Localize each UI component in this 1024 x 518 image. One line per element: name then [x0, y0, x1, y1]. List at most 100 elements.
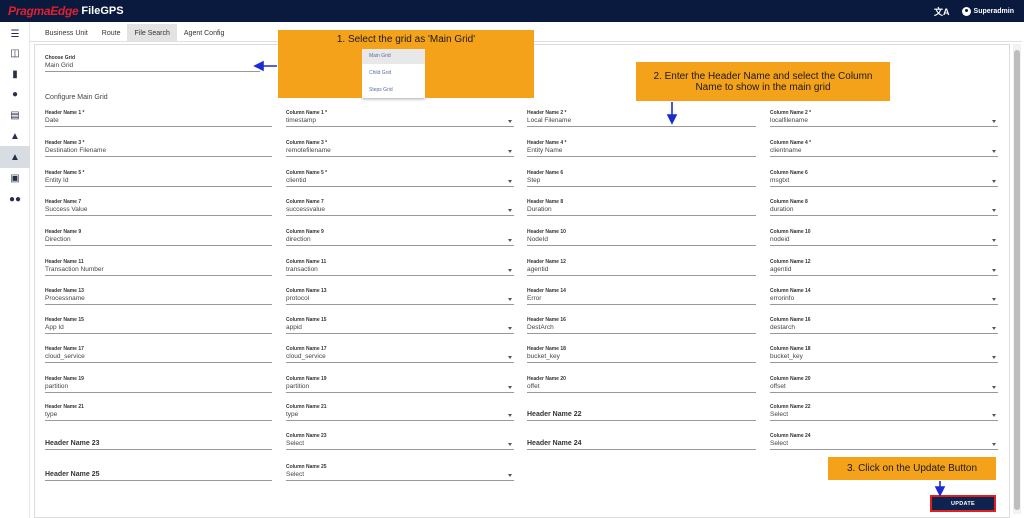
column-name-select[interactable]: Column Name 7 successvalue: [286, 199, 514, 216]
field-value: DestArch: [527, 324, 554, 331]
chevron-down-icon: [508, 239, 512, 242]
column-name-25-select[interactable]: Column Name 25 Select: [286, 464, 514, 481]
column-name-select[interactable]: Column Name 14 errorinfo: [770, 288, 998, 305]
column-name-select[interactable]: Column Name 12 agentid: [770, 259, 998, 276]
document-icon[interactable]: ▤: [9, 109, 21, 121]
header-name-field[interactable]: Header Name 16 DestArch: [527, 317, 756, 334]
tab-agent-config[interactable]: Agent Config: [177, 24, 231, 42]
header-name-field[interactable]: Header Name 4 * Entity Name: [527, 140, 756, 157]
header-name-field[interactable]: Header Name 11 Transaction Number: [45, 259, 272, 276]
field-value: partition: [45, 383, 69, 390]
user-name: Superadmin: [973, 7, 1014, 15]
column-name-select[interactable]: Column Name 1 * timestamp: [286, 110, 514, 127]
field-value: errorinfo: [770, 295, 795, 302]
field-value: Error: [527, 295, 542, 302]
grid-options-menu: Main Grid Child Grid Steps Grid: [362, 47, 425, 98]
field-value: cloud_service: [45, 353, 85, 360]
column-name-select[interactable]: Column Name 17 cloud_service: [286, 346, 514, 363]
column-name-select[interactable]: Column Name 20 offset: [770, 376, 998, 393]
column-name-select[interactable]: Column Name 5 * clientid: [286, 170, 514, 187]
field-value: Entity Id: [45, 177, 69, 184]
update-button[interactable]: UPDATE: [930, 495, 996, 512]
field-value: transaction: [286, 266, 318, 273]
translate-icon[interactable]: 文A: [934, 5, 950, 18]
account-icon[interactable]: ●: [9, 88, 21, 100]
bell-icon[interactable]: ▲: [9, 130, 21, 142]
field-value: agentid: [527, 266, 549, 273]
header-name-24-field[interactable]: Header Name 24: [527, 433, 756, 450]
callout-step-3: 3. Click on the Update Button: [828, 457, 996, 480]
header-name-field[interactable]: Header Name 19 partition: [45, 376, 272, 393]
chevron-down-icon: [508, 474, 512, 477]
chevron-down-icon: [508, 443, 512, 446]
header-name-field[interactable]: Header Name 20 offet: [527, 376, 756, 393]
header-name-22-field[interactable]: Header Name 22: [527, 404, 756, 421]
header-name-field[interactable]: Header Name 14 Error: [527, 288, 756, 305]
column-name-select[interactable]: Column Name 2 * localfilename: [770, 110, 998, 127]
header-name-field[interactable]: Header Name 13 Processname: [45, 288, 272, 305]
column-name-select[interactable]: Column Name 3 * remotefilename: [286, 140, 514, 157]
menu-icon[interactable]: ☰: [9, 28, 21, 40]
column-name-select[interactable]: Column Name 18 bucket_key: [770, 346, 998, 363]
tab-business-unit[interactable]: Business Unit: [38, 24, 95, 42]
column-name-select[interactable]: Column Name 19 partition: [286, 376, 514, 393]
field-value: msgtxt: [770, 177, 790, 184]
header-name-25-field[interactable]: Header Name 25: [45, 464, 272, 481]
header-name-field[interactable]: Header Name 15 App Id: [45, 317, 272, 334]
chevron-down-icon: [508, 269, 512, 272]
header-name-field[interactable]: Header Name 10 NodeId: [527, 229, 756, 246]
user-menu[interactable]: Superadmin: [961, 6, 1014, 16]
callout-step-2: 2. Enter the Header Name and select the …: [636, 62, 890, 101]
menu-item-child-grid[interactable]: Child Grid: [362, 64, 425, 81]
header-name-field[interactable]: Header Name 3 * Destination Filename: [45, 140, 272, 157]
header-name-field[interactable]: Header Name 18 bucket_key: [527, 346, 756, 363]
column-name-22-select[interactable]: Column Name 22 Select: [770, 404, 998, 421]
header-name-23-field[interactable]: Header Name 23: [45, 433, 272, 450]
column-name-select[interactable]: Column Name 10 nodeid: [770, 229, 998, 246]
column-name-select[interactable]: Column Name 11 transaction: [286, 259, 514, 276]
field-value: direction: [286, 236, 311, 243]
column-name-select[interactable]: Column Name 13 protocol: [286, 288, 514, 305]
header-name-field[interactable]: Header Name 12 agentid: [527, 259, 756, 276]
configure-grid-title: Configure Main Grid: [45, 94, 108, 101]
chevron-down-icon: [508, 209, 512, 212]
field-value: Select: [286, 440, 305, 447]
column-name-select[interactable]: Column Name 8 duration: [770, 199, 998, 216]
app-name: FileGPS: [81, 5, 124, 17]
header-name-field[interactable]: Header Name 5 * Entity Id: [45, 170, 272, 187]
header-name-field[interactable]: Header Name 7 Success Value: [45, 199, 272, 216]
tab-route[interactable]: Route: [95, 24, 128, 42]
choose-grid-select[interactable]: Choose Grid Main Grid: [45, 55, 260, 72]
header-name-21-field[interactable]: Header Name 21 type: [45, 404, 272, 421]
scrollbar-thumb[interactable]: [1014, 50, 1020, 510]
header-name-field[interactable]: Header Name 8 Duration: [527, 199, 756, 216]
column-name-select[interactable]: Column Name 16 destarch: [770, 317, 998, 334]
alert-bell-icon[interactable]: ▲: [9, 151, 21, 163]
menu-item-steps-grid[interactable]: Steps Grid: [362, 81, 425, 98]
group-icon[interactable]: ●●: [9, 193, 21, 205]
field-value: type: [286, 411, 299, 418]
settings-icon[interactable]: ▣: [9, 172, 21, 184]
column-name-24-select[interactable]: Column Name 24 Select: [770, 433, 998, 450]
column-name-21-select[interactable]: Column Name 21 type: [286, 404, 514, 421]
column-name-23-select[interactable]: Column Name 23 Select: [286, 433, 514, 450]
column-name-select[interactable]: Column Name 4 * clientname: [770, 140, 998, 157]
menu-item-main-grid[interactable]: Main Grid: [362, 47, 425, 64]
files-icon[interactable]: ◫: [9, 47, 21, 59]
header-name-field[interactable]: Header Name 1 * Date: [45, 110, 272, 127]
header-name-field[interactable]: Header Name 6 Step: [527, 170, 756, 187]
chevron-down-icon: [992, 209, 996, 212]
column-name-select[interactable]: Column Name 15 appid: [286, 317, 514, 334]
header-name-field[interactable]: Header Name 17 cloud_service: [45, 346, 272, 363]
tab-file-search[interactable]: File Search: [127, 24, 177, 42]
chevron-down-icon: [992, 120, 996, 123]
header-name-field[interactable]: Header Name 2 * Local Filename: [527, 110, 756, 127]
column-name-select[interactable]: Column Name 9 direction: [286, 229, 514, 246]
top-app-bar: PragmaEdge FileGPS 文A Superadmin: [0, 0, 1024, 22]
field-value: Transaction Number: [45, 266, 104, 273]
field-value: Date: [45, 117, 59, 124]
chart-icon[interactable]: ▮: [9, 68, 21, 80]
field-value: localfilename: [770, 117, 808, 124]
header-name-field[interactable]: Header Name 9 Direction: [45, 229, 272, 246]
column-name-select[interactable]: Column Name 6 msgtxt: [770, 170, 998, 187]
